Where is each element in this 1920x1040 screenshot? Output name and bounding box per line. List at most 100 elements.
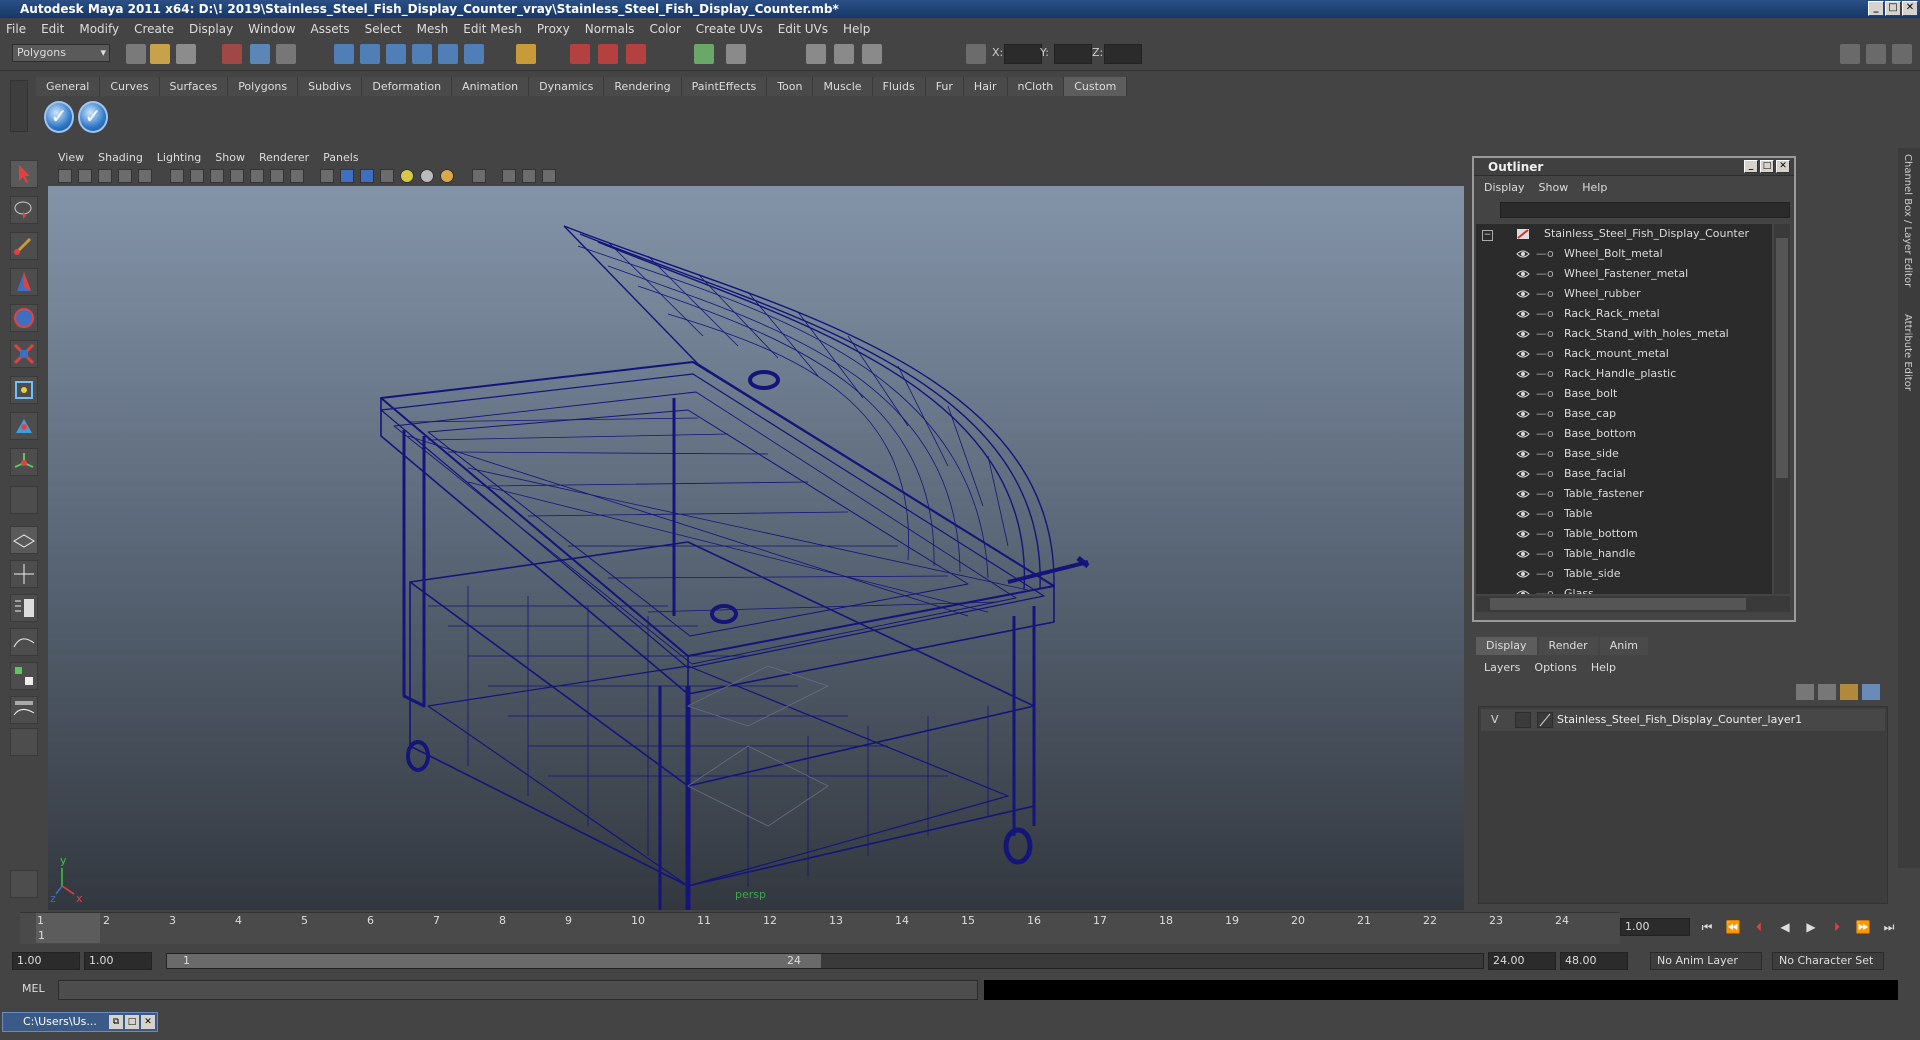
playback-start-field[interactable]: 1.00 [84, 952, 152, 970]
shelf-tab-custom[interactable]: Custom [1064, 77, 1128, 96]
viewport-menu-view[interactable]: View [58, 151, 84, 164]
last-tool-icon[interactable] [10, 486, 38, 514]
z-field[interactable] [1104, 44, 1142, 64]
textured-icon[interactable] [380, 169, 394, 183]
menu-assets[interactable]: Assets [311, 22, 350, 36]
layer-menu-layers[interactable]: Layers [1484, 661, 1520, 674]
outliner-item[interactable]: —o Glass [1476, 584, 1772, 594]
outliner-item[interactable]: —o Base_bolt [1476, 384, 1772, 404]
outliner-item[interactable]: —o Table_handle [1476, 544, 1772, 564]
playback-end-field[interactable]: 24.00 [1488, 952, 1556, 970]
four-view-layout-icon[interactable] [10, 560, 38, 588]
wireframe-on-shaded-icon[interactable] [360, 169, 374, 183]
camera-icon[interactable] [58, 169, 72, 183]
scroll-thumb[interactable] [1776, 238, 1788, 478]
menu-help[interactable]: Help [843, 22, 870, 36]
minimize-button[interactable]: _ [1868, 1, 1884, 16]
tool-settings-toggle-icon[interactable] [834, 44, 854, 64]
menu-normals[interactable]: Normals [585, 22, 635, 36]
menu-edit[interactable]: Edit [41, 22, 64, 36]
hud-icon[interactable] [542, 169, 556, 183]
default-lighting-icon[interactable] [400, 169, 414, 183]
film-gate-icon[interactable] [170, 169, 184, 183]
render-settings-icon[interactable] [626, 44, 646, 64]
menu-display[interactable]: Display [189, 22, 233, 36]
construction-history-icon[interactable] [464, 44, 484, 64]
shelf-tab-animation[interactable]: Animation [452, 77, 530, 96]
shelf-tab-general[interactable]: General [36, 77, 101, 96]
perspective-viewport[interactable]: y x z [48, 186, 1464, 910]
outliner-item[interactable]: —o Table_side [1476, 564, 1772, 584]
layout-icon-2[interactable] [1866, 44, 1886, 64]
manipulator-tool-icon[interactable] [10, 376, 38, 404]
step-forward-icon[interactable]: ⏩ [1854, 920, 1872, 936]
character-set-select[interactable]: No Character Set [1772, 952, 1884, 970]
isolate-select-icon[interactable] [472, 169, 486, 183]
scale-tool-icon[interactable] [10, 340, 38, 368]
bookmark-icon[interactable] [98, 169, 112, 183]
outliner-horizontal-scrollbar[interactable] [1476, 596, 1790, 612]
layout-icon-1[interactable] [1840, 44, 1860, 64]
outliner-close-button[interactable]: ✕ [1776, 160, 1790, 173]
viewport-menu-shading[interactable]: Shading [98, 151, 143, 164]
image-plane-icon[interactable] [118, 169, 132, 183]
snap-view-plane-icon[interactable] [412, 44, 432, 64]
new-layer-icon[interactable] [1796, 684, 1814, 700]
outliner-layout-icon[interactable] [10, 594, 38, 622]
layer-visibility-toggle[interactable]: V [1491, 713, 1499, 726]
xray-joints-icon[interactable] [522, 169, 536, 183]
graph-layout-icon[interactable] [10, 628, 38, 656]
channel-box-toggle-icon[interactable] [862, 44, 882, 64]
menu-file[interactable]: File [6, 22, 26, 36]
outliner-item[interactable]: —o Base_facial [1476, 464, 1772, 484]
step-back-key-icon[interactable]: ⏴ [1750, 920, 1768, 936]
select-tool-icon[interactable] [10, 160, 38, 188]
lock-icon[interactable] [516, 44, 536, 64]
menu-edit-uvs[interactable]: Edit UVs [778, 22, 828, 36]
layer-tab-anim[interactable]: Anim [1599, 637, 1648, 655]
minimized-window[interactable]: C:\Users\Us... ⧉ □ ✕ [2, 1012, 158, 1032]
gate-mask-icon[interactable] [210, 169, 224, 183]
go-to-start-icon[interactable]: ⏮ [1698, 920, 1716, 936]
shelf-tab-dynamics[interactable]: Dynamics [529, 77, 605, 96]
new-layer-from-selection-icon[interactable] [1818, 684, 1836, 700]
move-layer-up-icon[interactable] [1840, 684, 1858, 700]
start-time-field[interactable]: 1.00 [12, 952, 80, 970]
menu-set-select[interactable]: Polygons ▾ [12, 44, 110, 62]
snap-grid-icon[interactable] [334, 44, 354, 64]
outliner-item[interactable]: —o Wheel_rubber [1476, 284, 1772, 304]
attribute-editor-tab[interactable]: Attribute Editor [1902, 314, 1913, 391]
show-manipulator-icon[interactable] [10, 448, 38, 476]
menu-select[interactable]: Select [365, 22, 402, 36]
close-button[interactable]: ✕ [1902, 1, 1918, 16]
maximize-icon[interactable]: □ [125, 1015, 139, 1029]
new-scene-icon[interactable] [126, 44, 146, 64]
scroll-thumb[interactable] [1490, 598, 1746, 610]
shelf-tab-surfaces[interactable]: Surfaces [159, 77, 229, 96]
outliner-item[interactable]: —o Wheel_Bolt_metal [1476, 244, 1772, 264]
shelf-tab-polygons[interactable]: Polygons [228, 77, 299, 96]
outliner-item[interactable]: —o Base_bottom [1476, 424, 1772, 444]
shelf-tab-fur[interactable]: Fur [925, 77, 964, 96]
shelf-tab-rendering[interactable]: Rendering [604, 77, 682, 96]
range-slider[interactable]: 1 24 [166, 953, 1484, 969]
outliner-item[interactable]: —o Base_side [1476, 444, 1772, 464]
shelf-tab-muscle[interactable]: Muscle [813, 77, 873, 96]
outliner-menu-display[interactable]: Display [1484, 181, 1525, 194]
all-lights-icon[interactable] [420, 169, 434, 183]
menu-edit-mesh[interactable]: Edit Mesh [463, 22, 522, 36]
viewport-menu-lighting[interactable]: Lighting [157, 151, 201, 164]
snap-curve-icon[interactable] [360, 44, 380, 64]
outliner-menu-show[interactable]: Show [1539, 181, 1569, 194]
input-line-icon[interactable] [694, 44, 714, 64]
close-icon[interactable]: ✕ [141, 1015, 155, 1029]
scene-status-icon[interactable] [10, 870, 38, 898]
move-tool-icon[interactable] [10, 268, 38, 296]
layer-color-swatch[interactable] [1537, 712, 1553, 728]
menu-window[interactable]: Window [248, 22, 295, 36]
check-icon[interactable]: ✓ [78, 101, 108, 133]
make-live-icon[interactable] [438, 44, 458, 64]
shelf-tab-toon[interactable]: Toon [767, 77, 814, 96]
outliner-item[interactable]: —o Rack_mount_metal [1476, 344, 1772, 364]
texture-display-icon[interactable] [290, 169, 304, 183]
